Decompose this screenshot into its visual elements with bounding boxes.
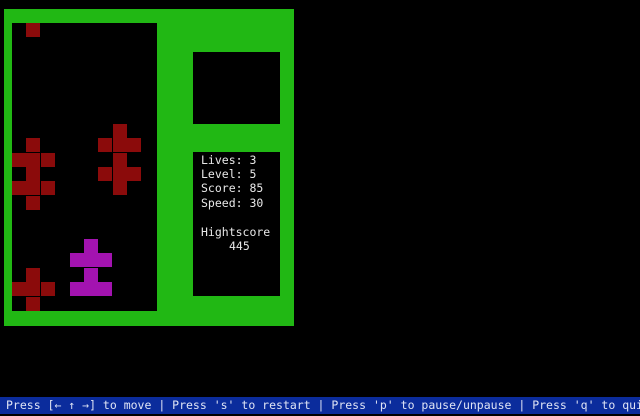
block-cell <box>40 282 55 297</box>
block-cell <box>26 152 41 167</box>
block-cell <box>12 282 26 297</box>
score-label: Score: 85 <box>201 181 264 195</box>
block-cell <box>26 195 41 210</box>
block-cell <box>112 123 127 138</box>
block-cell <box>112 181 127 196</box>
lives-label: Lives: 3 <box>201 153 257 167</box>
block-cell <box>112 138 127 153</box>
block-cell <box>69 253 84 268</box>
controls-help-bar: Press [← ↑ →] to move | Press 's' to res… <box>0 397 640 414</box>
block-cell <box>84 267 98 282</box>
block-cell <box>40 181 55 196</box>
stats-panel: Lives: 3 Level: 5 Score: 85 Speed: 30 Hi… <box>193 152 280 296</box>
next-piece-preview <box>193 52 280 124</box>
block-cell <box>127 167 142 181</box>
block-cell <box>98 138 113 153</box>
block-cell <box>26 138 41 153</box>
block-cell <box>26 282 41 297</box>
block-cell <box>84 253 98 268</box>
block-cell <box>112 152 127 167</box>
highscore-label: Hightscore <box>201 225 271 239</box>
block-cell <box>98 253 113 268</box>
speed-label: Speed: 30 <box>201 196 264 210</box>
block-cell <box>84 239 98 253</box>
block-cell <box>112 167 127 181</box>
block-cell <box>98 167 113 181</box>
block-cell <box>26 23 41 37</box>
terminal-screen: Lives: 3 Level: 5 Score: 85 Speed: 30 Hi… <box>0 0 640 416</box>
block-cell <box>98 282 113 297</box>
block-cell <box>26 181 41 196</box>
block-cell <box>26 267 41 282</box>
block-cell <box>12 181 26 196</box>
block-cell <box>84 282 98 297</box>
block-cell <box>127 138 142 153</box>
block-cell <box>69 282 84 297</box>
playfield <box>12 23 157 311</box>
block-cell <box>26 167 41 181</box>
level-label: Level: 5 <box>201 167 257 181</box>
block-cell <box>12 152 26 167</box>
highscore-value: 445 <box>229 239 250 253</box>
block-cell <box>40 152 55 167</box>
block-cell <box>26 296 41 311</box>
